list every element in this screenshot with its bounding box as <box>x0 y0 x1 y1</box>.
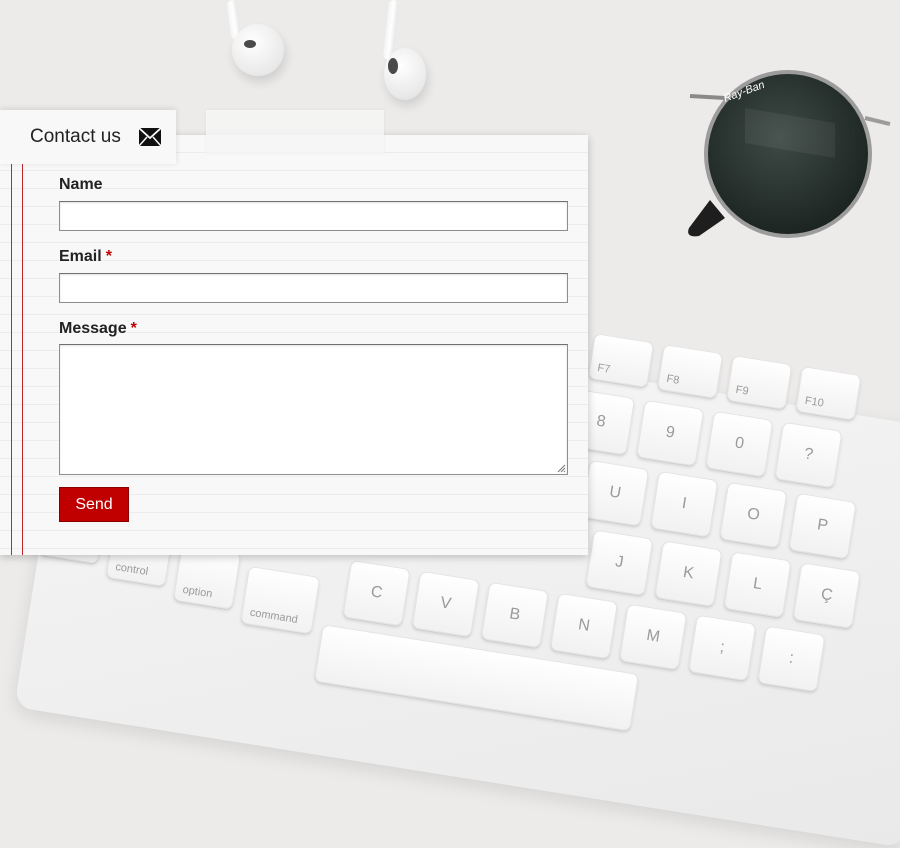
key-semicolon: ; <box>688 614 757 682</box>
required-marker: * <box>130 320 137 337</box>
key-colon: : <box>757 625 826 693</box>
tape-strip <box>206 110 384 153</box>
message-field[interactable] <box>59 344 568 475</box>
sunglasses: Ray-Ban <box>688 70 891 238</box>
message-label: Message * <box>59 320 137 337</box>
key-9: 9 <box>636 399 705 467</box>
contact-tab: Contact us <box>0 110 176 164</box>
key-0: 0 <box>705 410 774 478</box>
key-i: I <box>650 470 719 538</box>
send-button[interactable]: Send <box>59 487 129 522</box>
key-f8: F8 <box>656 344 724 399</box>
margin-line-left <box>11 135 12 555</box>
key-k: K <box>654 540 723 607</box>
key-u: U <box>580 459 650 527</box>
key-o: O <box>719 481 788 549</box>
key-p: P <box>788 492 857 560</box>
margin-line-right <box>22 135 23 555</box>
resize-handle-icon[interactable] <box>556 463 566 473</box>
key-l: L <box>723 551 792 618</box>
key-m: M <box>618 603 688 671</box>
key-v: V <box>411 570 480 638</box>
name-field[interactable] <box>59 201 568 231</box>
envelope-icon <box>138 128 161 146</box>
key-b: B <box>480 581 549 649</box>
key-f9: F9 <box>725 354 793 410</box>
key-n: N <box>549 592 619 660</box>
tab-title: Contact us <box>30 126 121 147</box>
key-question: ? <box>774 421 843 489</box>
key-j: J <box>585 529 654 597</box>
key-c-cedilla: Ç <box>792 562 861 629</box>
key-command: command <box>240 565 321 635</box>
email-label: Email * <box>59 248 112 265</box>
name-label: Name <box>59 176 103 193</box>
email-field[interactable] <box>59 273 568 303</box>
key-c: C <box>342 559 411 627</box>
key-f10: F10 <box>795 365 862 421</box>
required-marker: * <box>105 248 112 265</box>
key-f7: F7 <box>587 333 655 388</box>
